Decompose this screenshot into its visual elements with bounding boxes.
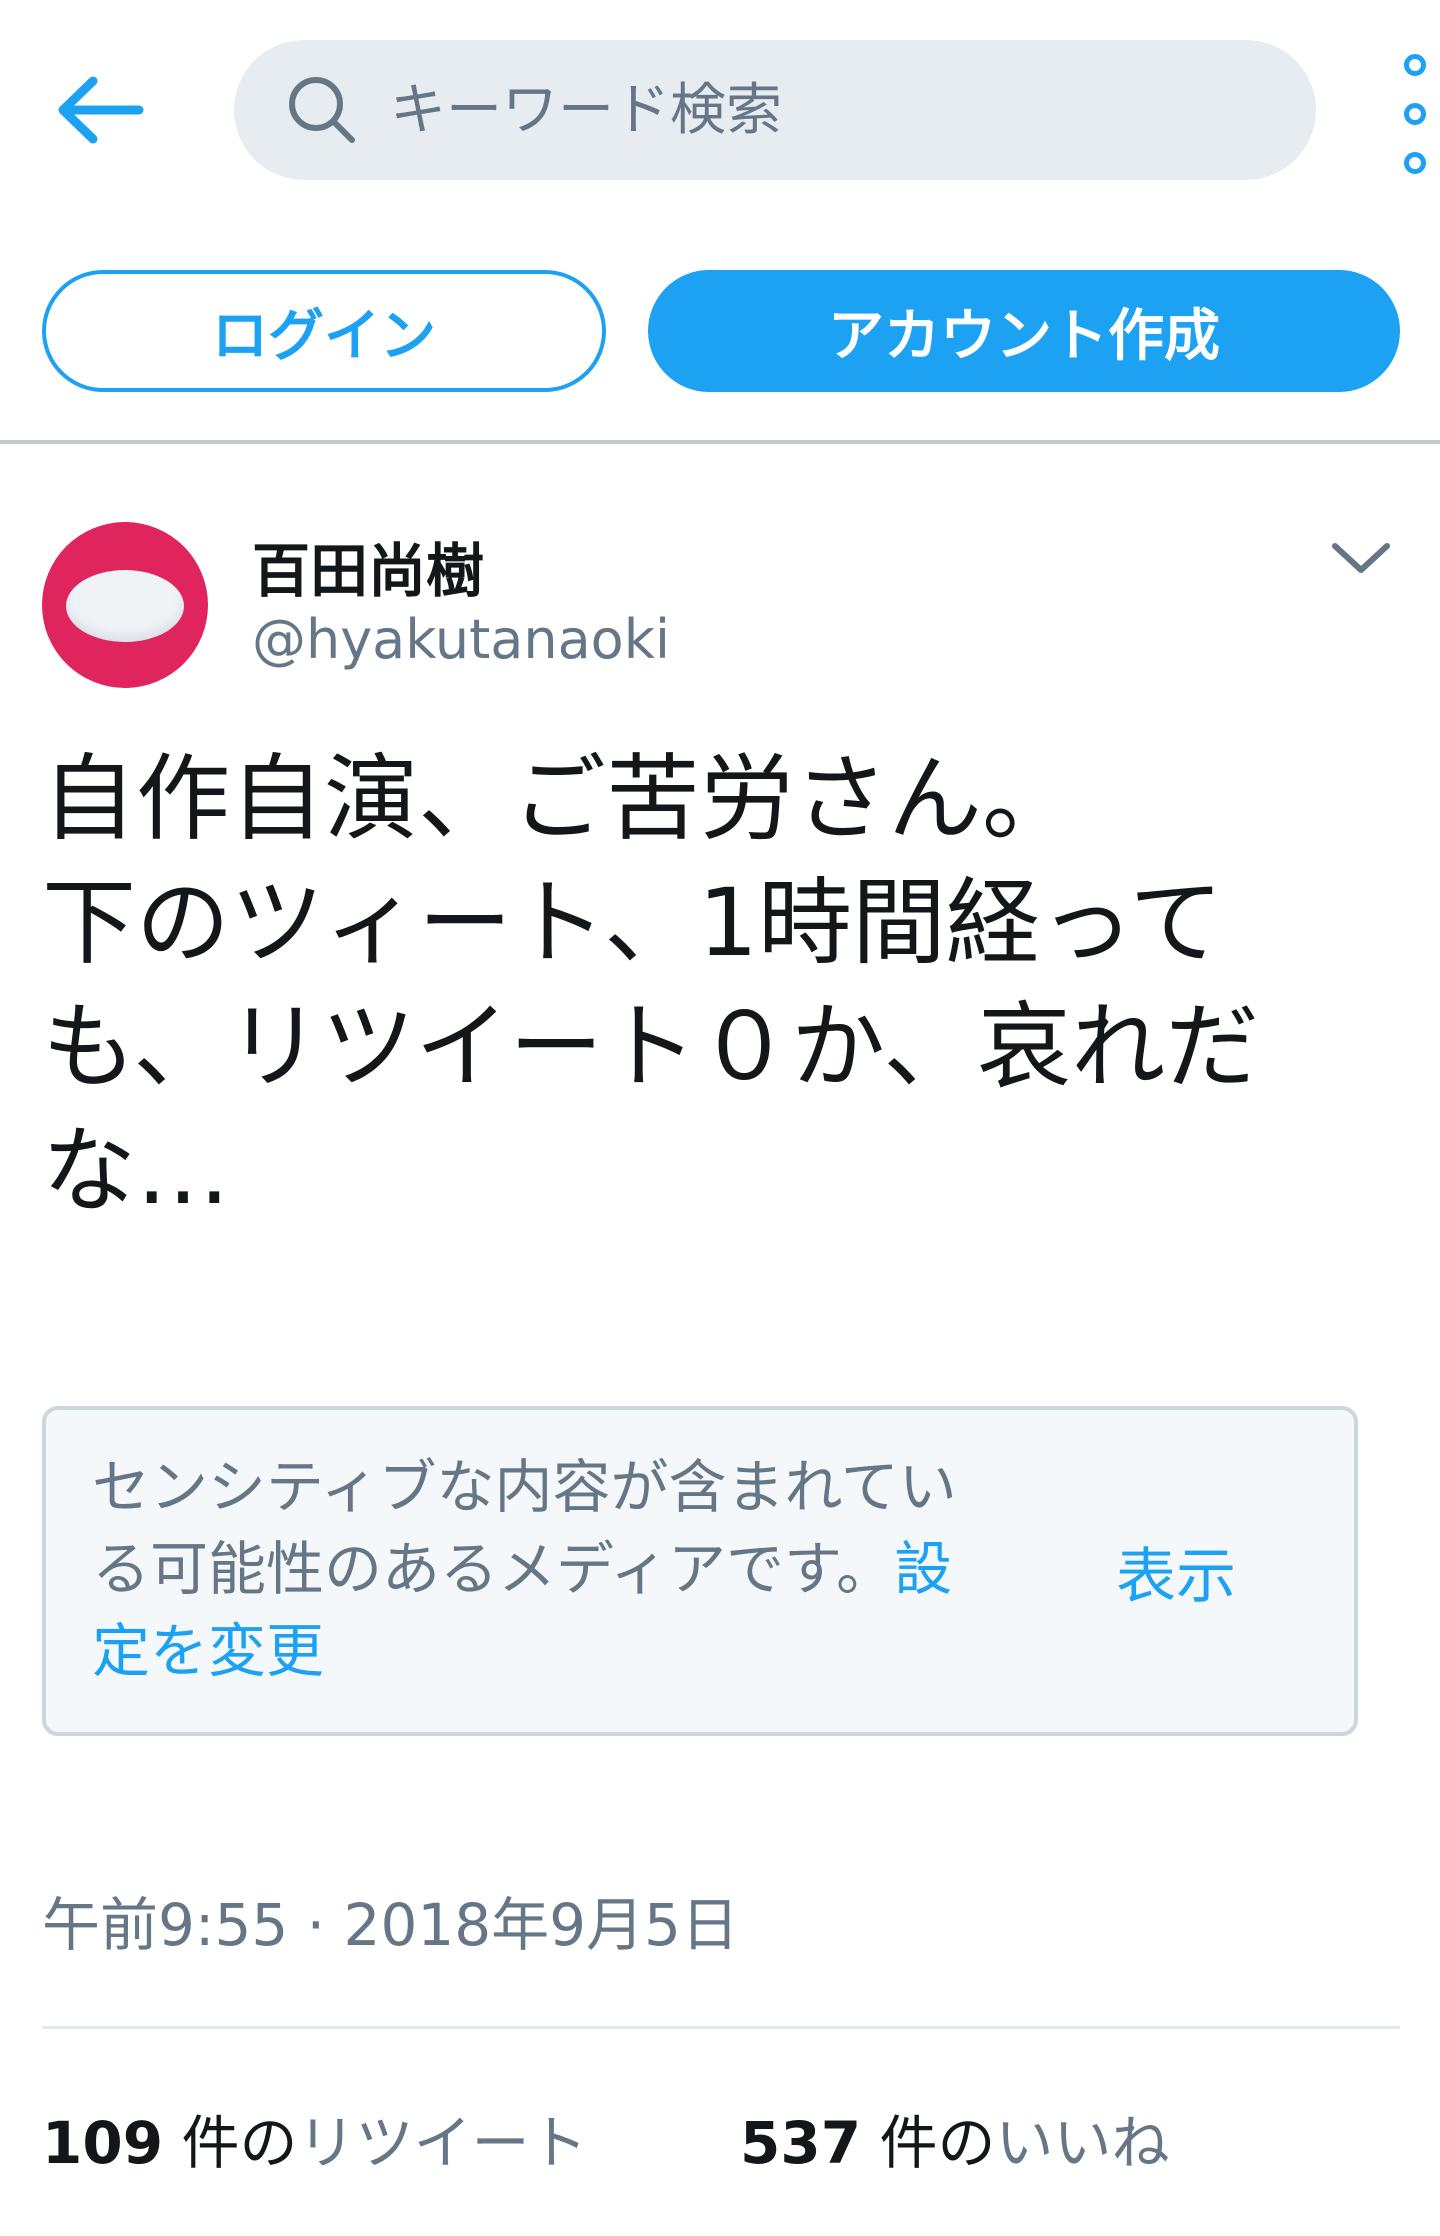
arrow-left-icon <box>58 76 144 144</box>
create-account-button-label: アカウント作成 <box>828 303 1220 369</box>
sensitive-media-text: センシティブな内容が含まれている可能性のあるメディアです。設定を変更 <box>92 1446 972 1692</box>
avatar[interactable] <box>42 522 208 688</box>
search-input[interactable] <box>388 39 1316 181</box>
retweets-unit: 件の <box>181 2109 298 2177</box>
login-button-label: ログイン <box>212 303 436 369</box>
login-button[interactable]: ログイン <box>42 270 606 392</box>
likes-count: 537 <box>740 2109 862 2177</box>
likes-stat[interactable]: 537 件のいいね <box>740 2096 1170 2180</box>
more-vertical-icon-dot <box>1404 152 1426 174</box>
tweet-timestamp[interactable]: 午前9:55 · 2018年9月5日 <box>42 1878 739 1962</box>
avatar-image <box>66 570 184 642</box>
stats-divider <box>42 2026 1400 2029</box>
chevron-down-icon <box>1332 543 1390 573</box>
retweets-label: リツイート <box>297 2109 588 2177</box>
more-options-button[interactable] <box>1390 54 1440 174</box>
tweet-menu-button[interactable] <box>1318 528 1404 588</box>
author-name[interactable]: 百田尚樹 <box>252 524 484 608</box>
more-vertical-icon-dot <box>1404 103 1426 125</box>
tweet-text: 自作自演、ご苦労さん。 下のツィート、1時間経って も、リツイート０か、哀れだ … <box>42 745 1260 1226</box>
header-divider <box>0 440 1440 444</box>
sensitive-media-notice: センシティブな内容が含まれている可能性のあるメディアです。設定を変更 表示 <box>42 1406 1358 1736</box>
back-button[interactable] <box>40 60 160 160</box>
show-media-button[interactable]: 表示 <box>1116 1528 1236 1615</box>
likes-unit: 件の <box>879 2109 996 2177</box>
sensitive-media-message: センシティブな内容が含まれている可能性のあるメディアです。 <box>92 1453 957 1603</box>
create-account-button[interactable]: アカウント作成 <box>648 270 1400 392</box>
author-handle[interactable]: @hyakutanaoki <box>252 608 670 671</box>
search-bar[interactable] <box>234 39 1316 181</box>
likes-label: いいね <box>995 2109 1170 2177</box>
more-vertical-icon <box>1404 54 1426 76</box>
retweets-count: 109 <box>42 2109 164 2177</box>
search-icon <box>289 77 355 143</box>
retweets-stat[interactable]: 109 件のリツイート <box>42 2096 588 2180</box>
